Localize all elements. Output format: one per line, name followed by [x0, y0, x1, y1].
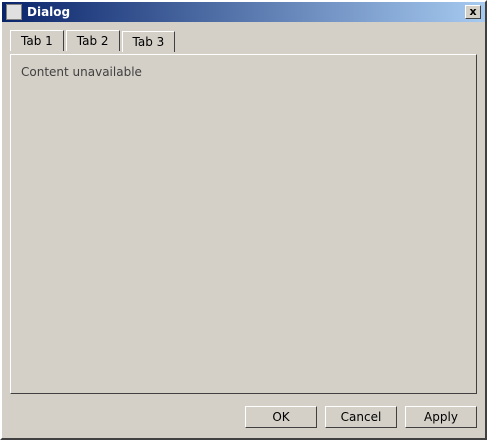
ok-button[interactable]: OK: [245, 406, 317, 428]
cancel-button[interactable]: Cancel: [325, 406, 397, 428]
app-icon: [6, 4, 22, 20]
dialog-window: Dialog x Tab 1 Tab 2 Tab 3 Content unava…: [0, 0, 487, 440]
panel-text: Content unavailable: [21, 65, 142, 79]
tab-3[interactable]: Tab 3: [121, 31, 176, 52]
tab-1[interactable]: Tab 1: [10, 30, 64, 51]
close-button[interactable]: x: [465, 5, 481, 19]
dialog-footer: OK Cancel Apply: [245, 406, 477, 428]
window-title: Dialog: [27, 5, 71, 19]
tab-2[interactable]: Tab 2: [65, 30, 120, 51]
apply-button[interactable]: Apply: [405, 406, 477, 428]
tab-strip: Tab 1 Tab 2 Tab 3: [2, 22, 485, 52]
title-bar[interactable]: Dialog x: [2, 2, 485, 22]
tab-panel: Content unavailable: [10, 54, 477, 394]
